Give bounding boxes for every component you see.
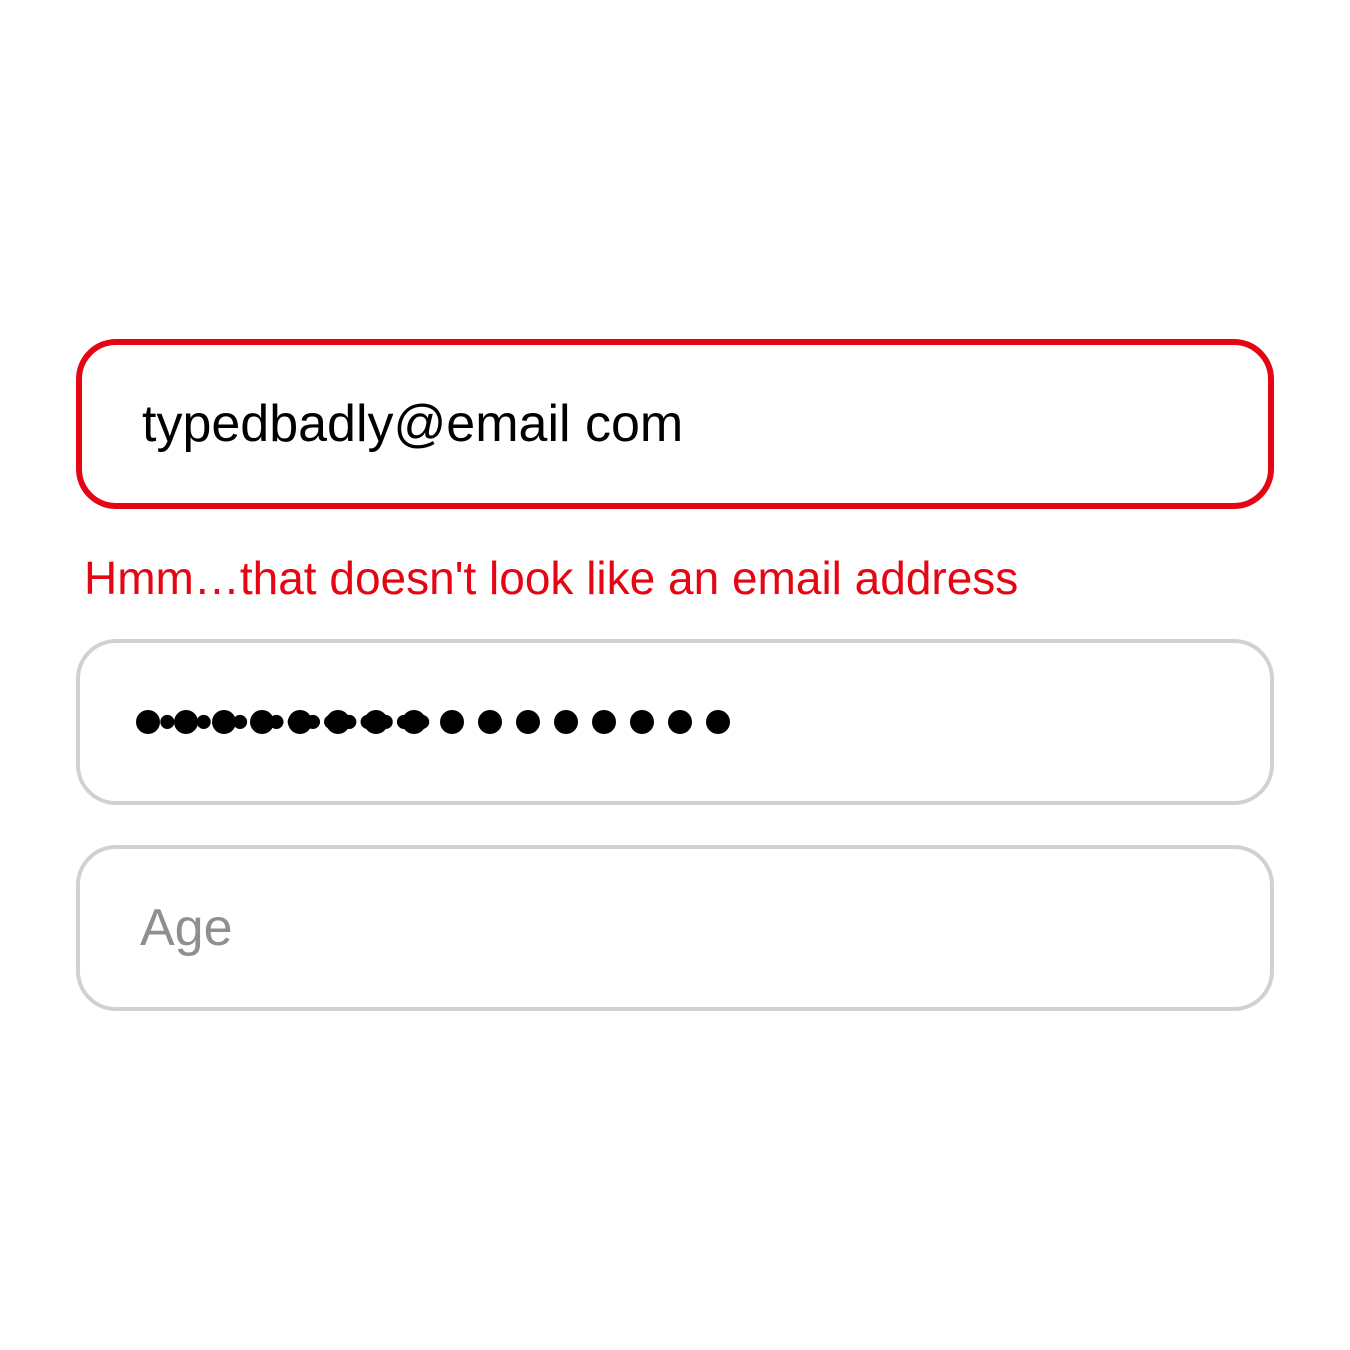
age-field[interactable] xyxy=(76,845,1274,1011)
email-field[interactable] xyxy=(76,339,1274,509)
email-error-message: Hmm…that doesn't look like an email addr… xyxy=(84,549,1274,609)
password-field[interactable] xyxy=(76,639,1274,805)
